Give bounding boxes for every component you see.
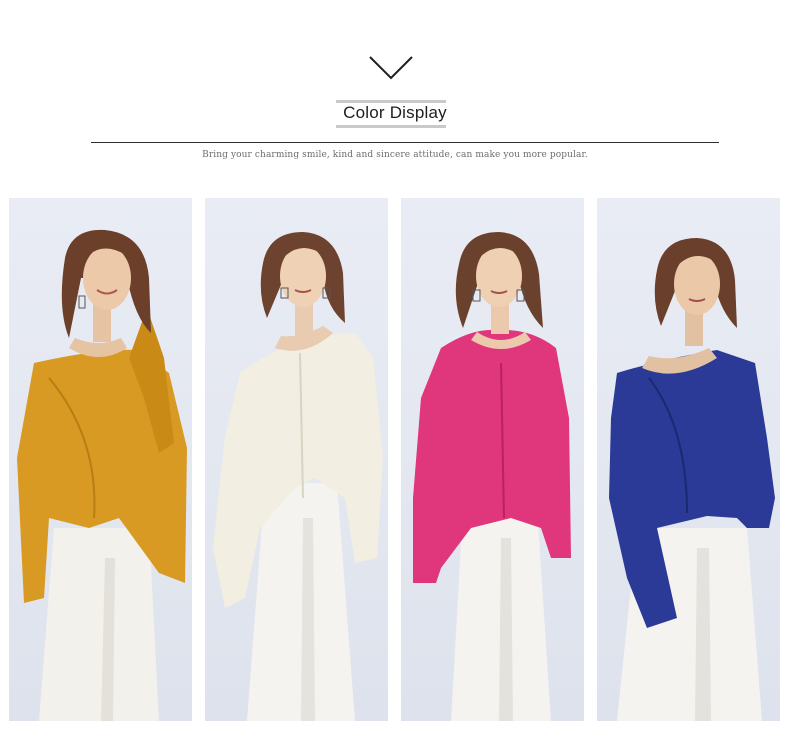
product-photo-rose [401,198,584,721]
title-ghost-bottom [336,125,446,128]
chevron-down-icon [369,56,413,80]
section-header: Color Display [0,100,790,128]
product-photo-cream [205,198,388,721]
product-photo-royal-blue [597,198,780,721]
page-subtitle: Bring your charming smile, kind and sinc… [202,150,588,160]
color-gallery [0,198,790,721]
divider [91,142,719,143]
product-photo-mustard [9,198,192,721]
page-title: Color Display [341,103,449,123]
